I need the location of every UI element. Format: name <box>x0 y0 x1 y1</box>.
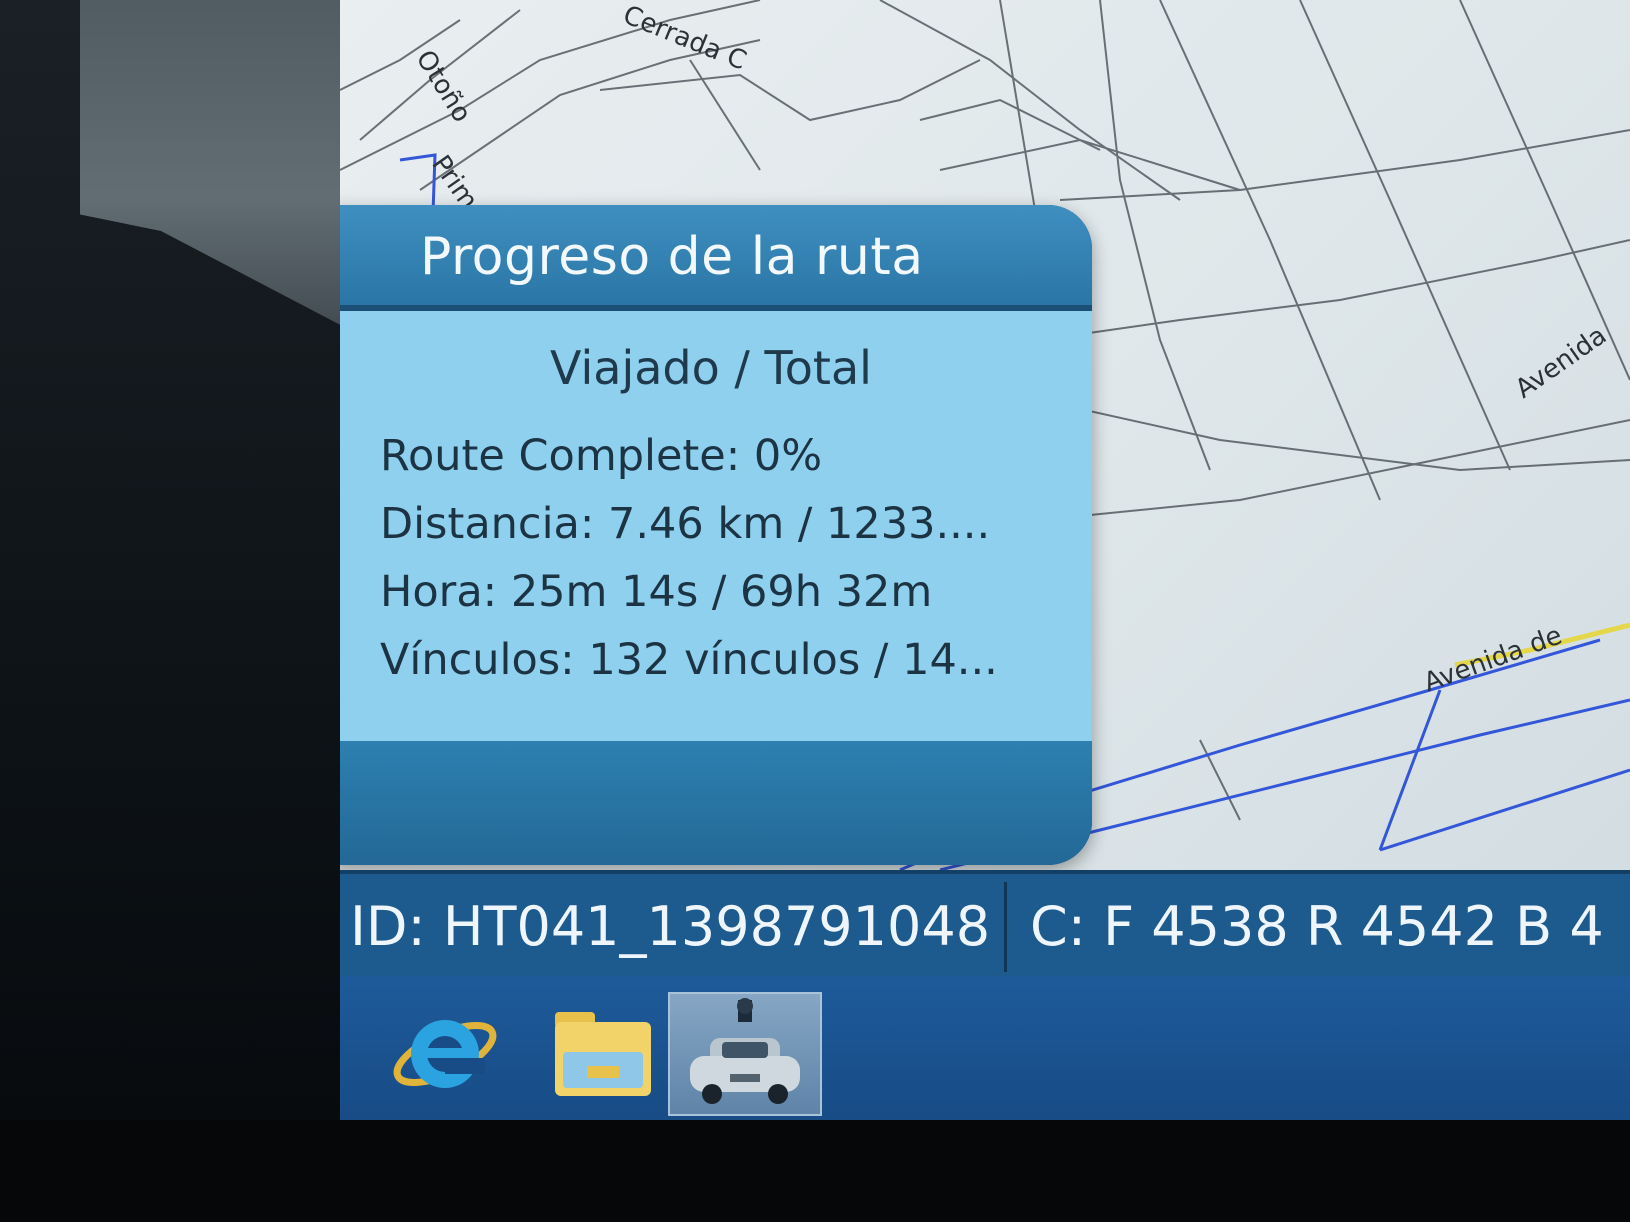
route-complete-row: Route Complete: 0% <box>380 431 823 481</box>
time-row: Hora: 25m 14s / 69h 32m <box>380 567 933 617</box>
status-bar: ID: HT041_1398791048 C: F 4538 R 4542 B … <box>340 870 1630 980</box>
status-divider <box>1004 882 1007 972</box>
folder-icon <box>555 1012 651 1096</box>
distance-row: Distancia: 7.46 km / 1233.... <box>380 499 991 549</box>
route-progress-panel[interactable]: Progreso de la ruta Viajado / Total Rout… <box>340 205 1092 865</box>
taskbar-item-car-camera-app[interactable] <box>668 992 822 1116</box>
panel-body: Viajado / Total Route Complete: 0% Dista… <box>340 311 1092 741</box>
taskbar <box>340 976 1630 1120</box>
taskbar-item-internet-explorer[interactable] <box>370 992 520 1112</box>
device-id-text: ID: HT041_1398791048 <box>350 895 991 958</box>
panel-header: Progreso de la ruta <box>340 205 1092 311</box>
capture-counts-text: C: F 4538 R 4542 B 4 <box>1030 895 1604 958</box>
panel-title: Progreso de la ruta <box>420 227 924 287</box>
car-camera-app-icon <box>690 998 800 1104</box>
panel-footer <box>340 741 1092 865</box>
device-screen: Cerrada C Otoño Primavera Avenida Avenid… <box>340 0 1630 1120</box>
panel-subtitle: Viajado / Total <box>550 341 872 395</box>
device-bezel-bottom <box>0 1120 1630 1222</box>
taskbar-item-folder[interactable] <box>525 992 675 1112</box>
internet-explorer-icon <box>393 1020 497 1088</box>
links-row: Vínculos: 132 vínculos / 14... <box>380 635 998 685</box>
